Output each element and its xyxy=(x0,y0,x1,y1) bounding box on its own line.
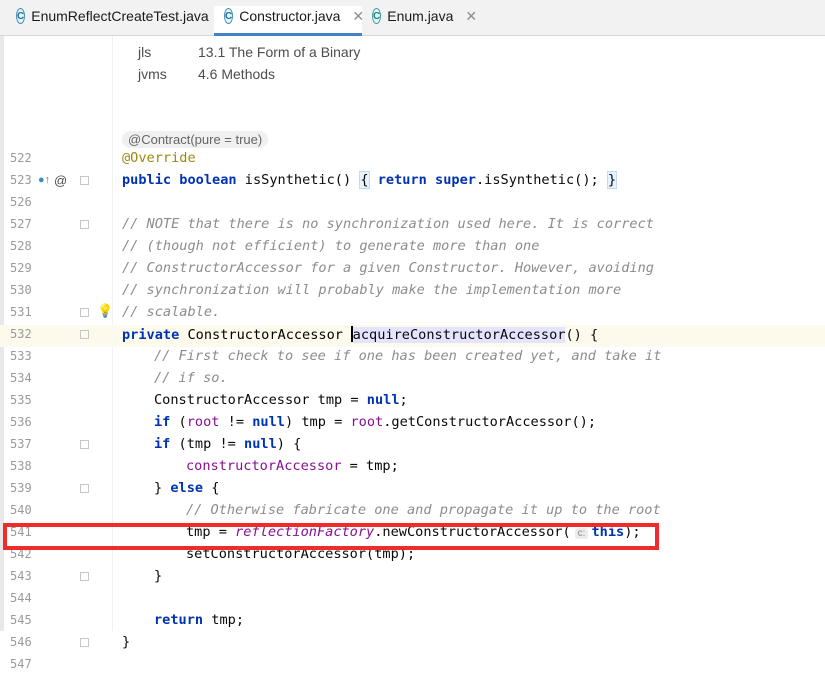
tab-label: Enum.java xyxy=(387,8,454,24)
code-editor[interactable]: jls 13.1 The Form of a Binary jvms 4.6 Met… xyxy=(0,36,825,671)
contract-inlay-hint[interactable]: @Contract(pure = true) xyxy=(122,131,269,148)
code-line[interactable]: 546 } xyxy=(0,633,825,655)
doc-row: jls 13.1 The Form of a Binary xyxy=(138,44,361,60)
code-line[interactable]: 543 } xyxy=(0,567,825,589)
code-line[interactable]: 527 // NOTE that there is no synchroniza… xyxy=(0,215,825,237)
red-highlight-box xyxy=(3,523,659,550)
class-icon: C xyxy=(16,8,26,24)
fold-toggle-icon[interactable] xyxy=(80,572,89,581)
code-line-current[interactable]: 532 private ConstructorAccessor acquireC… xyxy=(0,325,825,347)
lightbulb-icon[interactable]: 💡 xyxy=(97,303,113,319)
fold-toggle-icon[interactable] xyxy=(80,330,89,339)
code-line[interactable]: 534 // if so. xyxy=(0,369,825,391)
tab-enum-reflect-create-test[interactable]: C EnumReflectCreateTest.java ✕ xyxy=(6,8,232,36)
fold-toggle-icon[interactable] xyxy=(80,220,89,229)
code-line[interactable]: 537 if (tmp != null) { xyxy=(0,435,825,457)
code-line[interactable]: 538 constructorAccessor = tmp; xyxy=(0,457,825,479)
code-line[interactable]: 529 // ConstructorAccessor for a given C… xyxy=(0,259,825,281)
tab-label: EnumReflectCreateTest.java xyxy=(31,8,209,24)
class-icon: C xyxy=(224,8,234,24)
code-line[interactable]: 547 xyxy=(0,655,825,677)
editor-tab-bar: C EnumReflectCreateTest.java ✕ C Constru… xyxy=(0,0,825,36)
code-line[interactable]: 535 ConstructorAccessor tmp = null; xyxy=(0,391,825,413)
override-method-icon[interactable]: ●↑ xyxy=(38,174,50,186)
tab-enum[interactable]: C Enum.java ✕ xyxy=(362,8,477,36)
code-line[interactable]: 531 💡 // scalable. xyxy=(0,303,825,325)
fold-toggle-icon[interactable] xyxy=(80,638,89,647)
code-line[interactable]: 533 // First check to see if one has bee… xyxy=(0,347,825,369)
tab-label: Constructor.java xyxy=(239,8,341,24)
fold-toggle-icon[interactable] xyxy=(80,308,89,317)
code-line[interactable]: 523 ●↑ @ public boolean isSynthetic() { … xyxy=(0,171,825,193)
code-line[interactable]: 539 } else { xyxy=(0,479,825,501)
code-line[interactable]: 528 // (though not efficient) to generat… xyxy=(0,237,825,259)
fold-toggle-icon[interactable] xyxy=(80,176,89,185)
code-line[interactable]: 522 @Override xyxy=(0,149,825,171)
annotation-icon[interactable]: @ xyxy=(54,173,67,188)
fold-toggle-icon[interactable] xyxy=(80,484,89,493)
class-icon: C xyxy=(372,8,382,24)
close-icon[interactable]: ✕ xyxy=(465,8,477,25)
code-line[interactable]: 530 // synchronization will probably mak… xyxy=(0,281,825,303)
doc-row: jvms 4.6 Methods xyxy=(138,66,276,82)
code-line[interactable]: 544 xyxy=(0,589,825,611)
code-line[interactable]: 545 return tmp; xyxy=(0,611,825,633)
tab-constructor[interactable]: C Constructor.java ✕ xyxy=(214,6,364,36)
code-line[interactable]: 526 xyxy=(0,193,825,215)
code-line[interactable]: 536 if (root != null) tmp = root.getCons… xyxy=(0,413,825,435)
code-line[interactable]: 540 // Otherwise fabricate one and propa… xyxy=(0,501,825,523)
fold-toggle-icon[interactable] xyxy=(80,440,89,449)
